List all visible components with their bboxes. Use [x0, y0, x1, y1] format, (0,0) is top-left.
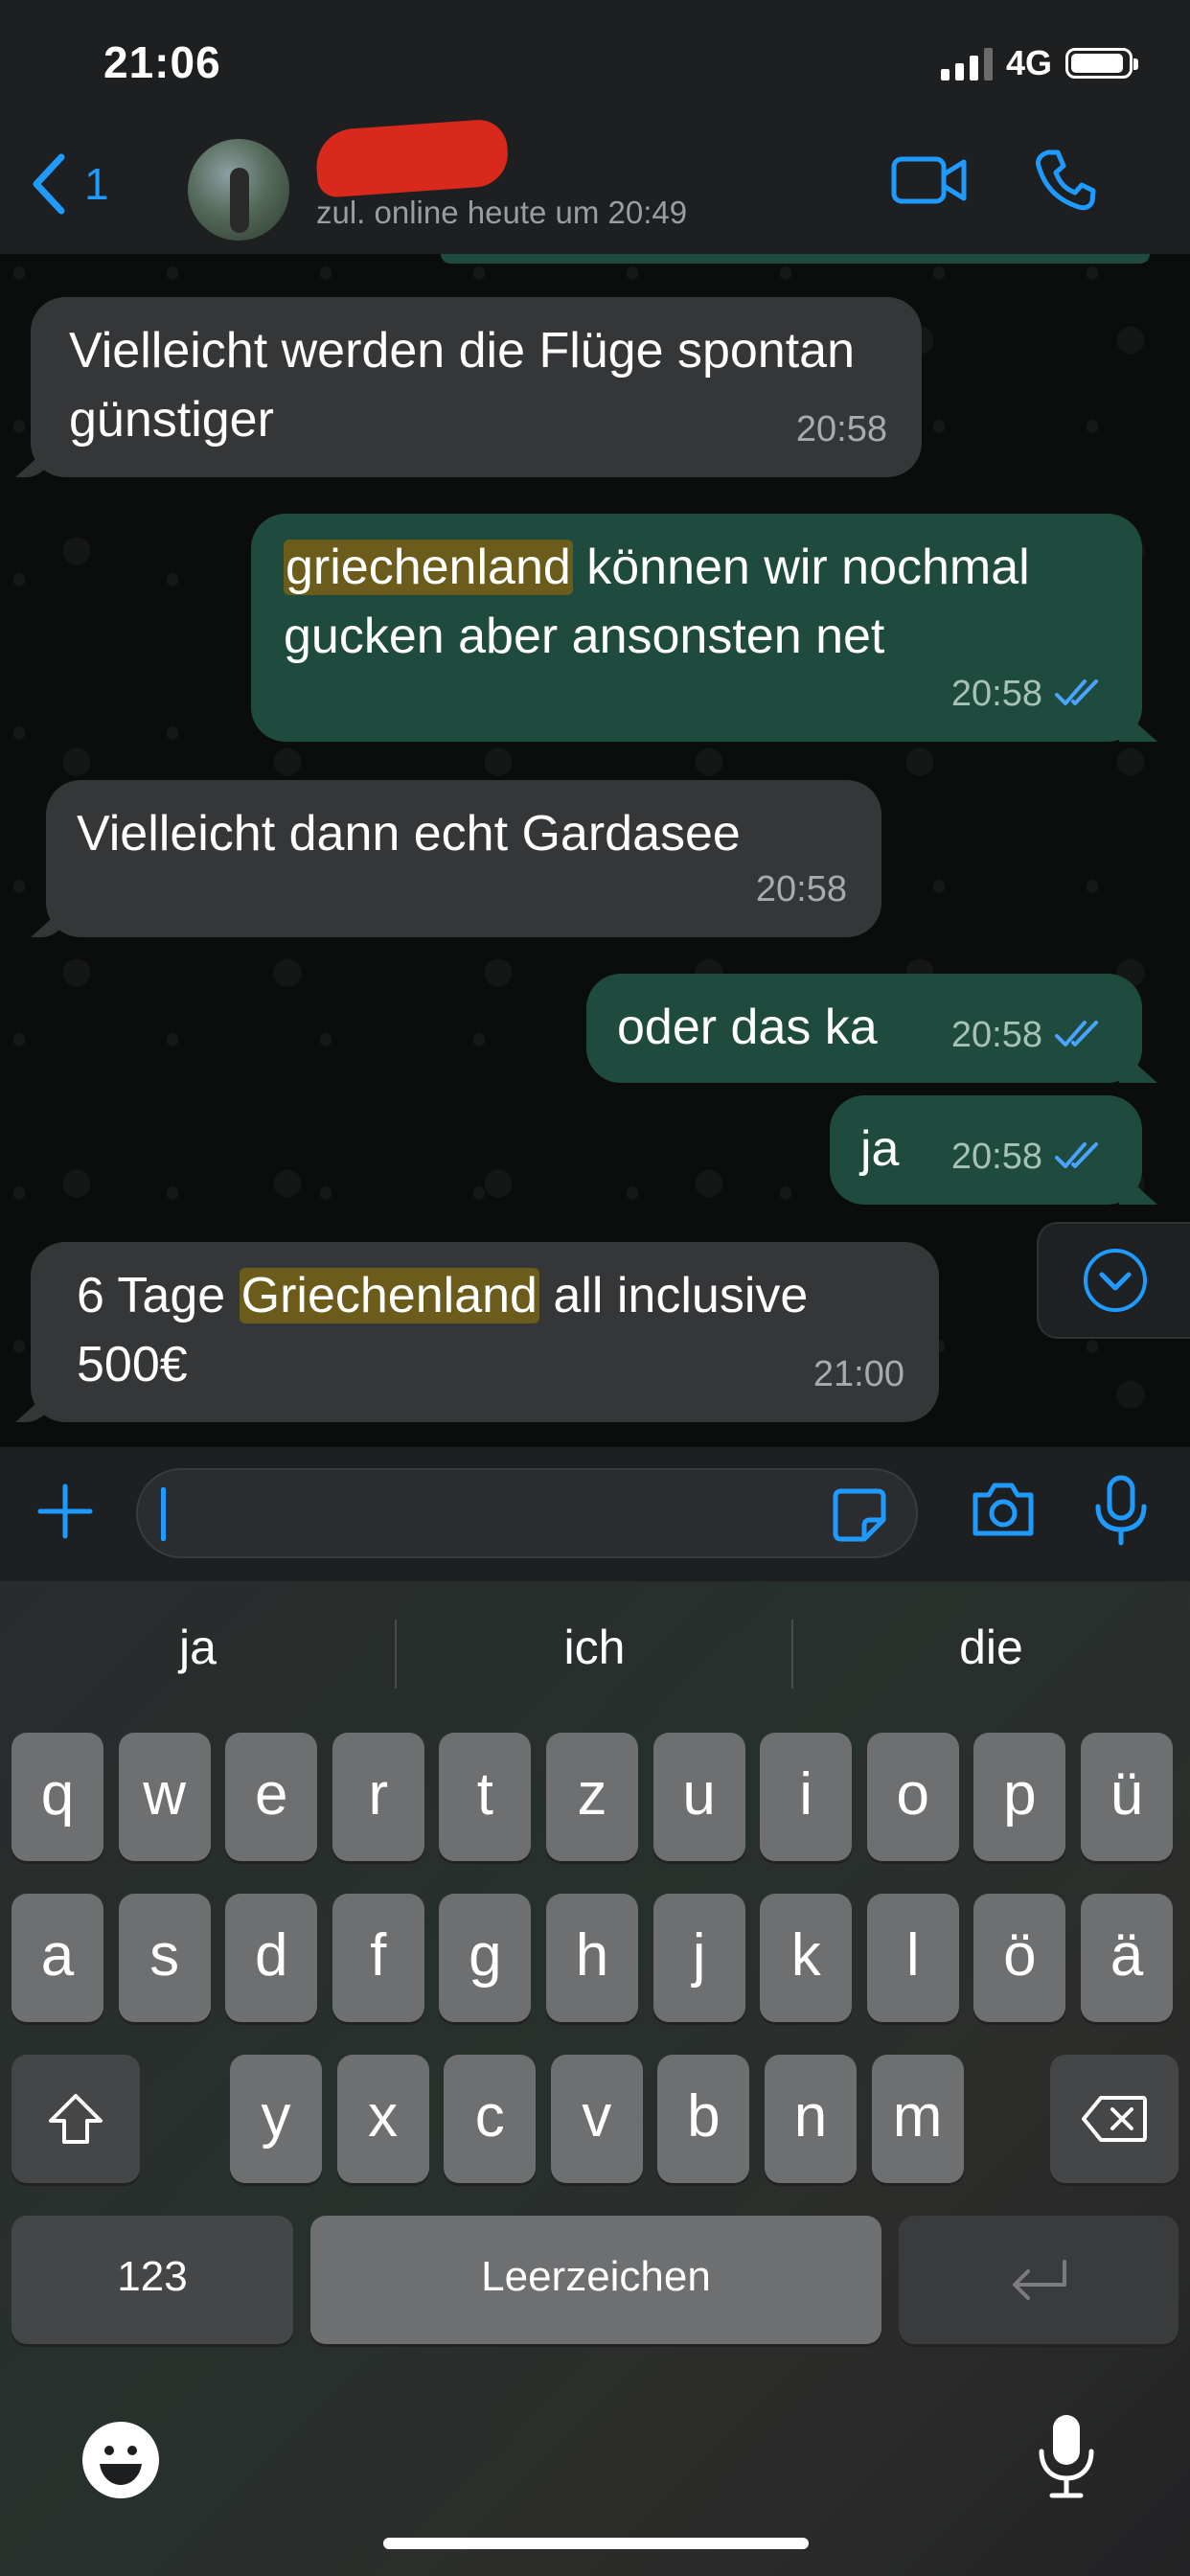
- message-time: 21:00: [812, 1354, 904, 1394]
- status-indicators: 4G: [940, 42, 1138, 84]
- key-x[interactable]: x: [336, 2055, 429, 2183]
- search-highlight: Griechenland: [239, 1268, 539, 1323]
- sticker-icon: [833, 1488, 886, 1542]
- key-v[interactable]: v: [550, 2055, 643, 2183]
- key-c[interactable]: c: [444, 2055, 537, 2183]
- key-f[interactable]: f: [332, 1894, 424, 2022]
- shift-key[interactable]: [11, 2055, 140, 2183]
- key-k[interactable]: k: [760, 1894, 853, 2022]
- contact-last-seen: zul. online heute um 20:49: [316, 195, 688, 230]
- camera-icon: [973, 1483, 1034, 1536]
- key-i[interactable]: i: [760, 1733, 853, 1861]
- microphone-icon: [1039, 2415, 1094, 2498]
- key-u[interactable]: u: [652, 1733, 745, 1861]
- message-incoming[interactable]: Vielleicht werden die Flüge spontan güns…: [31, 297, 922, 477]
- emoji-icon: [82, 2422, 159, 2498]
- key-h[interactable]: h: [546, 1894, 638, 2022]
- key-p[interactable]: p: [973, 1733, 1066, 1861]
- key-ü[interactable]: ü: [1081, 1733, 1173, 1861]
- message-meta: 20:58: [951, 1122, 1108, 1191]
- voice-message-button[interactable]: [1092, 1474, 1150, 1552]
- numbers-key[interactable]: 123: [11, 2216, 293, 2344]
- key-z[interactable]: z: [546, 1733, 638, 1861]
- key-r[interactable]: r: [332, 1733, 424, 1861]
- message-outgoing[interactable]: oder das ka 20:58: [586, 974, 1142, 1083]
- key-b[interactable]: b: [657, 2055, 750, 2183]
- key-y[interactable]: y: [230, 2055, 322, 2183]
- key-t[interactable]: t: [439, 1733, 532, 1861]
- shift-icon: [49, 2094, 103, 2144]
- message-incoming[interactable]: Vielleicht dann echt Gardasee 20:58: [46, 780, 881, 937]
- key-n[interactable]: n: [765, 2055, 857, 2183]
- contact-name-redacted[interactable]: [313, 118, 511, 198]
- search-highlight: griechenland: [284, 540, 573, 595]
- chevron-down-circle-icon: [1084, 1249, 1147, 1312]
- read-receipt-icon: [1055, 1142, 1098, 1168]
- return-icon: [1013, 2260, 1066, 2300]
- return-key[interactable]: [899, 2216, 1179, 2344]
- previous-message-fragment: [441, 254, 1150, 264]
- attach-button[interactable]: [34, 1481, 96, 1547]
- message-time: 20:58: [950, 674, 1042, 714]
- chevron-left-icon: [33, 153, 65, 215]
- key-o[interactable]: o: [866, 1733, 959, 1861]
- phone-call-button[interactable]: [1035, 149, 1096, 217]
- camera-button[interactable]: [970, 1480, 1037, 1544]
- message-text: Vielleicht werden die Flüge spontan güns…: [69, 323, 856, 448]
- message-text: Vielleicht dann echt Gardasee: [77, 806, 741, 862]
- microphone-icon: [1095, 1475, 1147, 1546]
- scroll-to-bottom-button[interactable]: [1037, 1222, 1190, 1339]
- message-meta: 20:58: [951, 1000, 1108, 1070]
- message-text: 6 Tage Griechenland all inclusive 500€: [77, 1268, 809, 1392]
- backspace-icon: [1082, 2096, 1147, 2142]
- video-call-button[interactable]: [891, 153, 968, 212]
- home-indicator: [383, 2538, 809, 2549]
- message-input[interactable]: [136, 1468, 918, 1558]
- space-key[interactable]: Leerzeichen: [310, 2216, 881, 2344]
- avatar[interactable]: [188, 139, 289, 241]
- key-ö[interactable]: ö: [973, 1894, 1066, 2022]
- message-outgoing[interactable]: griechenland können wir nochmal gucken a…: [251, 514, 1142, 742]
- key-j[interactable]: j: [652, 1894, 745, 2022]
- network-label: 4G: [1005, 43, 1052, 82]
- key-g[interactable]: g: [439, 1894, 532, 2022]
- phone-icon: [1036, 150, 1096, 211]
- signal-icon: [940, 46, 993, 80]
- dictation-button[interactable]: [1037, 2413, 1096, 2504]
- message-incoming[interactable]: 6 Tage Griechenland all inclusive 500€ 2…: [31, 1242, 939, 1422]
- backspace-key[interactable]: [1050, 2055, 1179, 2183]
- key-a[interactable]: a: [11, 1894, 103, 2022]
- sticker-button[interactable]: [832, 1487, 887, 1548]
- message-outgoing[interactable]: ja 20:58: [830, 1095, 1142, 1205]
- emoji-button[interactable]: [80, 2420, 161, 2505]
- message-meta: 20:58: [951, 659, 1108, 728]
- key-s[interactable]: s: [118, 1894, 211, 2022]
- back-button[interactable]: 1: [29, 153, 109, 215]
- read-receipt-icon: [1055, 1021, 1098, 1046]
- battery-icon: [1065, 48, 1138, 79]
- suggestion-2[interactable]: ich: [397, 1620, 792, 1675]
- message-time: 20:58: [755, 869, 847, 909]
- read-receipt-icon: [1055, 679, 1098, 705]
- key-ä[interactable]: ä: [1081, 1894, 1173, 2022]
- unread-count: 1: [84, 159, 109, 209]
- video-camera-icon: [891, 156, 967, 204]
- status-time: 21:06: [103, 37, 221, 87]
- message-time: 20:58: [795, 409, 887, 449]
- suggestion-1[interactable]: ja: [0, 1620, 396, 1675]
- key-q[interactable]: q: [11, 1733, 103, 1861]
- key-l[interactable]: l: [866, 1894, 959, 2022]
- message-time: 20:58: [950, 1137, 1042, 1177]
- suggestion-3[interactable]: die: [793, 1620, 1189, 1675]
- plus-icon: [37, 1484, 93, 1539]
- message-text: griechenland können wir nochmal gucken a…: [284, 540, 1030, 664]
- key-w[interactable]: w: [118, 1733, 211, 1861]
- key-d[interactable]: d: [225, 1894, 318, 2022]
- key-m[interactable]: m: [871, 2055, 964, 2183]
- key-e[interactable]: e: [225, 1733, 318, 1861]
- message-time: 20:58: [950, 1015, 1042, 1055]
- text-cursor: [161, 1487, 166, 1541]
